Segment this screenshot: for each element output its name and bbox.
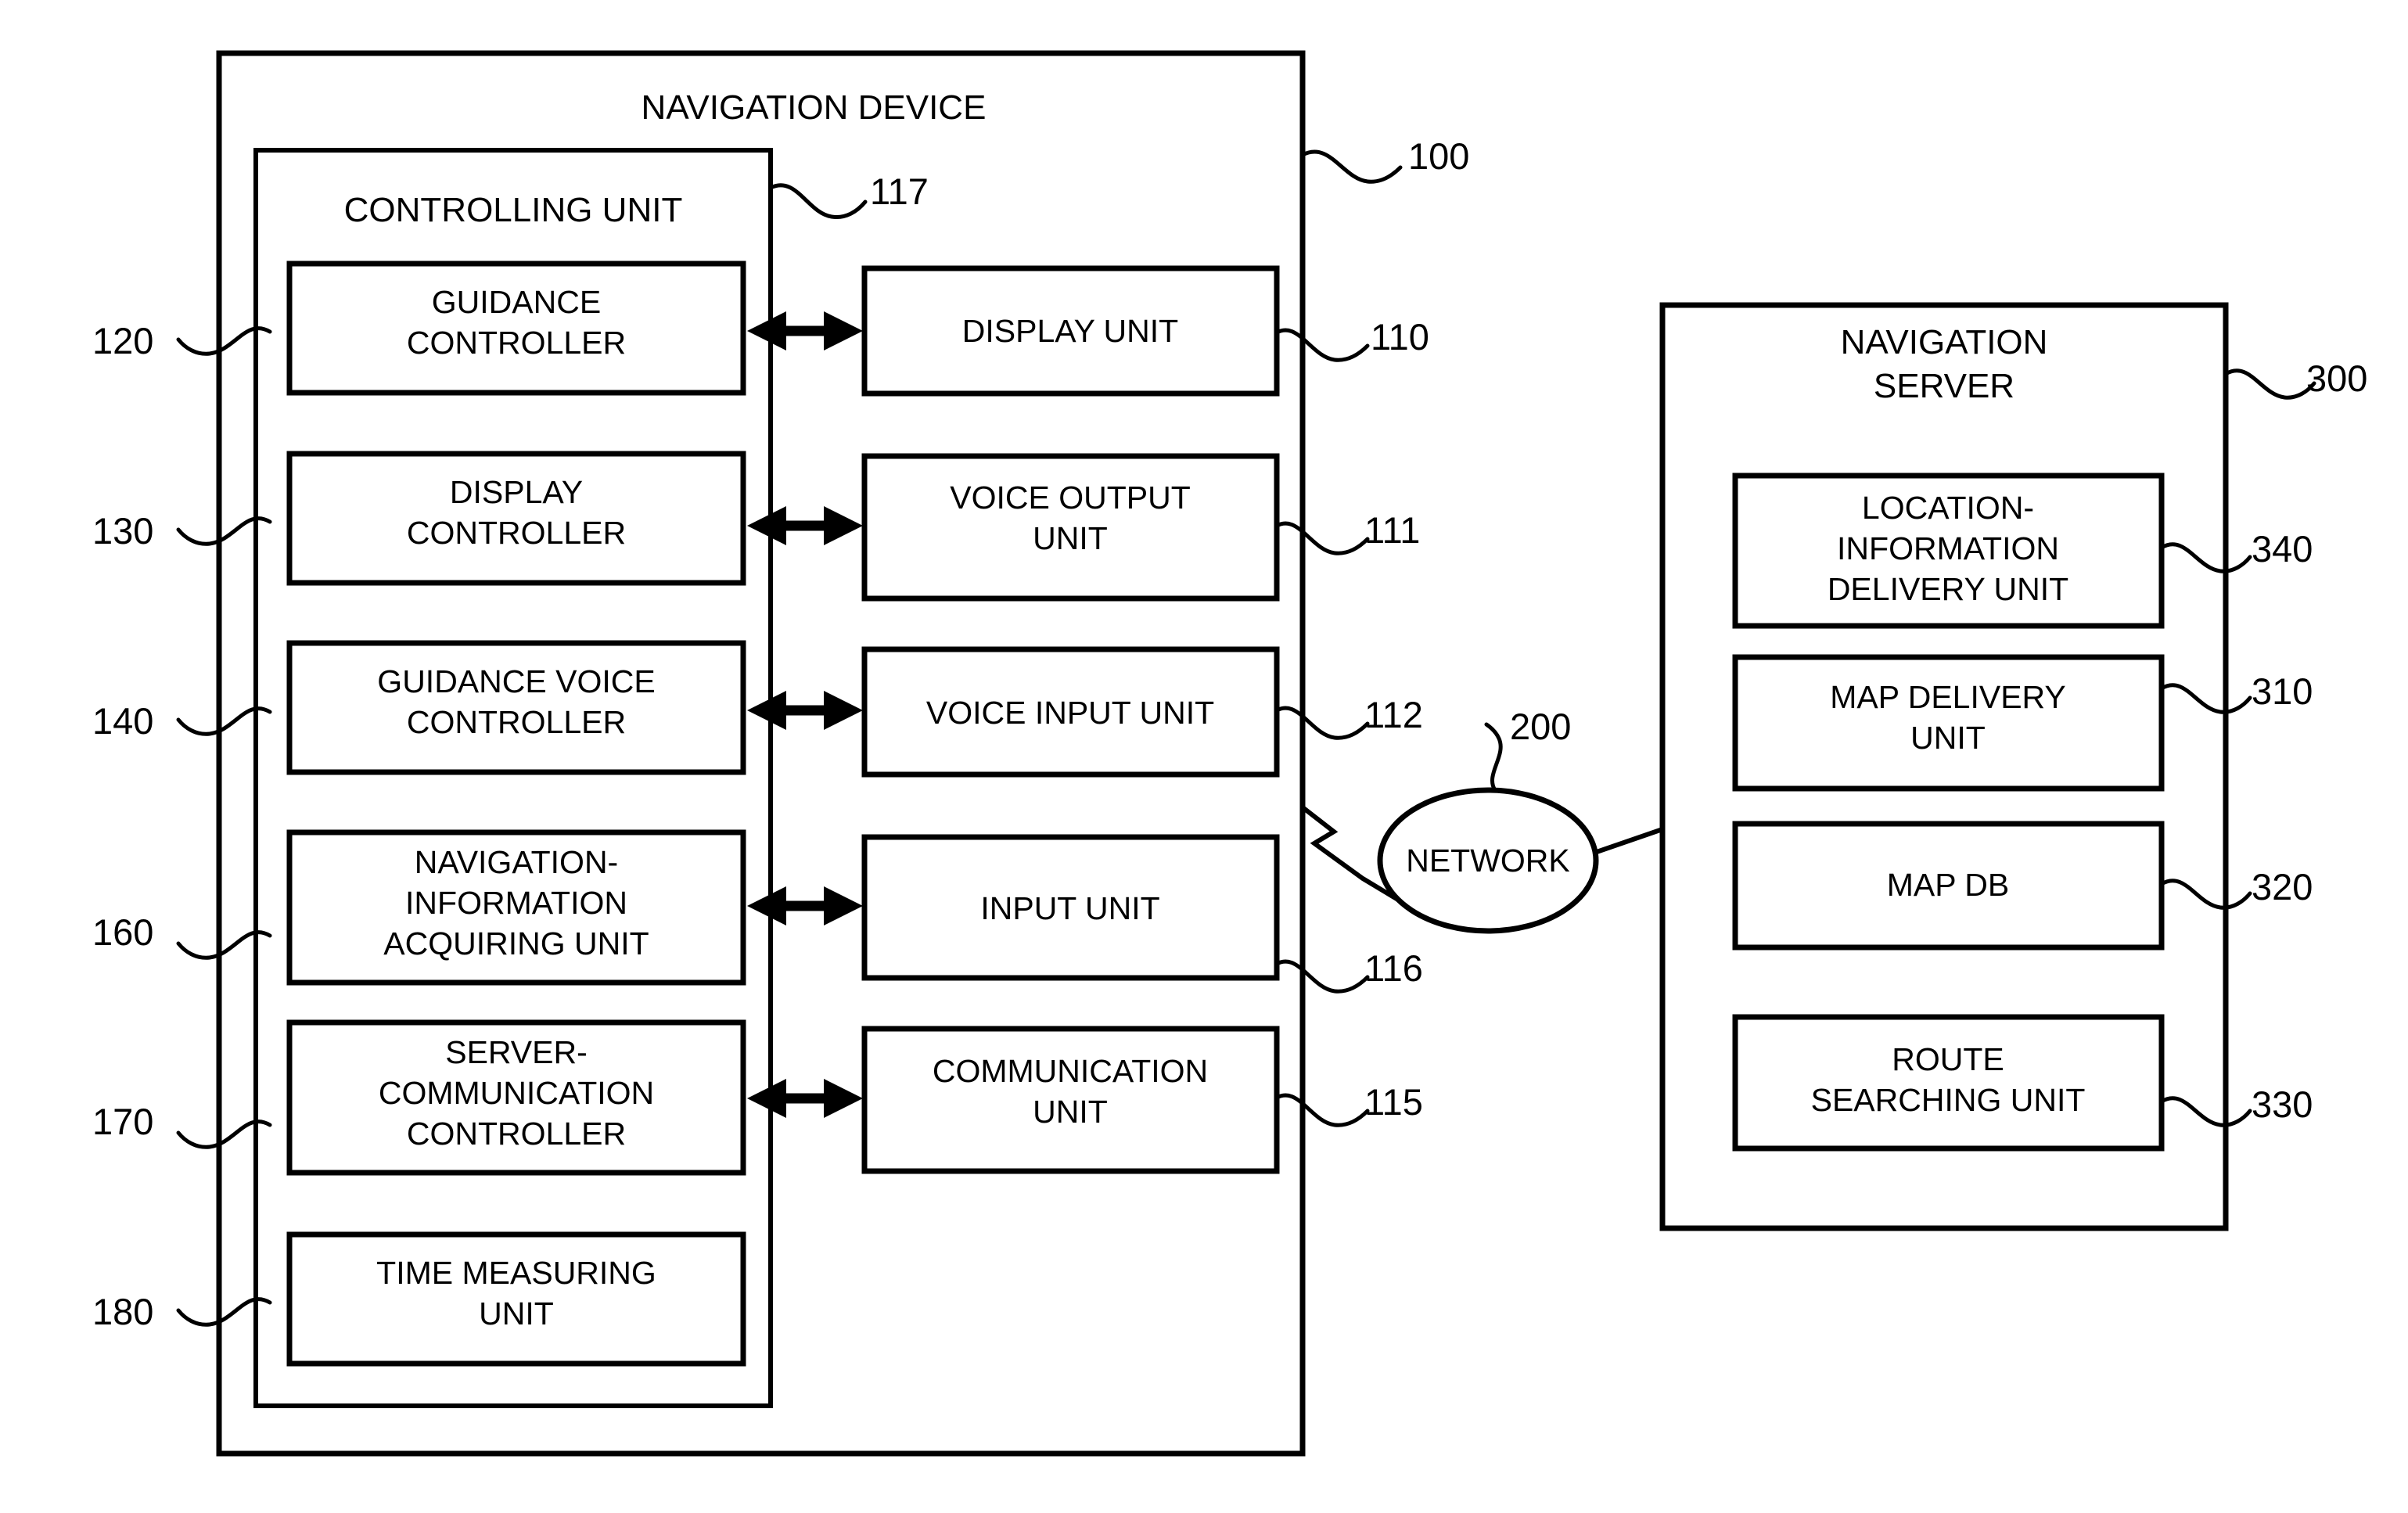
module-label-servercomm-line3: CONTROLLER: [407, 1116, 626, 1152]
ref-leader-330: [2159, 1096, 2252, 1127]
ref-label-116: 116: [1364, 947, 1423, 989]
network-label: NETWORK: [1406, 843, 1570, 879]
server-label-route-line1: ROUTE: [1892, 1041, 2004, 1077]
server-label-map-delivery-line1: MAP DELIVERY: [1830, 679, 2066, 715]
ref-leader-110: [1274, 328, 1370, 362]
server-label-map-db-line1: MAP DB: [1887, 867, 2009, 903]
server-label-location-line2: INFORMATION: [1837, 530, 2059, 566]
ref-label-100: 100: [1408, 135, 1469, 177]
ref-label-130: 130: [92, 510, 153, 552]
bidirectional-arrow-navinfo-input: [747, 886, 863, 925]
bidirectional-arrow-guidancevoice-voiceinput: [747, 691, 863, 730]
ref-label-180: 180: [92, 1291, 153, 1332]
io-label-voice-output-line1: VOICE OUTPUT: [950, 480, 1191, 516]
module-label-navinfo-line2: INFORMATION: [405, 885, 627, 921]
ref-label-300: 300: [2306, 358, 2367, 399]
module-label-servercomm-line2: COMMUNICATION: [379, 1075, 654, 1111]
ref-leader-200: [1484, 722, 1503, 792]
ref-label-320: 320: [2252, 866, 2313, 907]
module-label-display-controller-line2: CONTROLLER: [407, 515, 626, 551]
ref-leader-310: [2159, 683, 2252, 714]
server-label-map-delivery-line2: UNIT: [1910, 720, 1986, 756]
module-label-guidance-controller-line1: GUIDANCE: [432, 284, 601, 320]
module-label-navinfo-line1: NAVIGATION-: [415, 844, 618, 880]
module-label-guidance-controller-line2: CONTROLLER: [407, 325, 626, 361]
bidirectional-arrow-servercomm-communication: [747, 1079, 863, 1118]
ref-leader-112: [1274, 706, 1370, 740]
ref-leader-340: [2159, 542, 2252, 573]
io-label-voice-input-line1: VOICE INPUT UNIT: [926, 695, 1214, 731]
navigation-server-title-line1: NAVIGATION: [1841, 323, 2048, 361]
module-label-display-controller-line1: DISPLAY: [450, 474, 583, 510]
io-label-input-unit-line1: INPUT UNIT: [980, 890, 1159, 926]
ref-leader-320: [2159, 879, 2252, 910]
io-label-voice-output-line2: UNIT: [1033, 520, 1108, 556]
ref-label-340: 340: [2252, 528, 2313, 570]
ref-label-111: 111: [1364, 509, 1420, 551]
navigation-device-title: NAVIGATION DEVICE: [642, 88, 987, 127]
server-label-location-line1: LOCATION-: [1862, 490, 2034, 526]
ref-leader-300: [2223, 368, 2316, 400]
module-label-navinfo-line3: ACQUIRING UNIT: [383, 925, 649, 961]
ref-label-200: 200: [1510, 706, 1571, 747]
ref-label-120: 120: [92, 320, 153, 361]
module-label-servercomm-line1: SERVER-: [445, 1034, 588, 1070]
ref-label-112: 112: [1364, 694, 1423, 735]
io-label-communication-line2: UNIT: [1033, 1094, 1108, 1130]
ref-label-160: 160: [92, 911, 153, 953]
network-to-server-link: [1594, 827, 1663, 855]
ref-label-117: 117: [870, 171, 929, 212]
io-label-display-unit-line1: DISPLAY UNIT: [962, 313, 1178, 349]
io-label-communication-line1: COMMUNICATION: [933, 1053, 1208, 1089]
server-label-location-line3: DELIVERY UNIT: [1828, 571, 2068, 607]
ref-label-140: 140: [92, 700, 153, 742]
ref-label-310: 310: [2252, 670, 2313, 712]
bidirectional-arrow-display-voiceoutput: [747, 506, 863, 545]
ref-leader-115: [1274, 1093, 1370, 1127]
module-label-guidance-voice-controller-line2: CONTROLLER: [407, 704, 626, 740]
ref-label-115: 115: [1364, 1081, 1423, 1123]
controlling-unit-title: CONTROLLING UNIT: [344, 191, 683, 229]
ref-label-110: 110: [1371, 316, 1429, 358]
ref-leader-117: [768, 183, 868, 220]
bidirectional-arrow-guidance-display: [747, 311, 863, 350]
patent-figure-block-diagram: NAVIGATION DEVICE 100 CONTROLLING UNIT 1…: [0, 0, 2408, 1513]
navigation-server-title-line2: SERVER: [1874, 367, 2014, 405]
ref-label-330: 330: [2252, 1084, 2313, 1125]
module-label-guidance-voice-controller-line1: GUIDANCE VOICE: [377, 663, 655, 699]
ref-leader-116: [1274, 959, 1370, 994]
ref-leader-111: [1274, 521, 1370, 555]
ref-label-170: 170: [92, 1101, 153, 1142]
module-label-time-measuring-line1: TIME MEASURING: [376, 1255, 656, 1291]
server-label-route-line2: SEARCHING UNIT: [1811, 1082, 2086, 1118]
module-label-time-measuring-line2: UNIT: [479, 1296, 554, 1332]
ref-leader-100: [1300, 149, 1403, 184]
